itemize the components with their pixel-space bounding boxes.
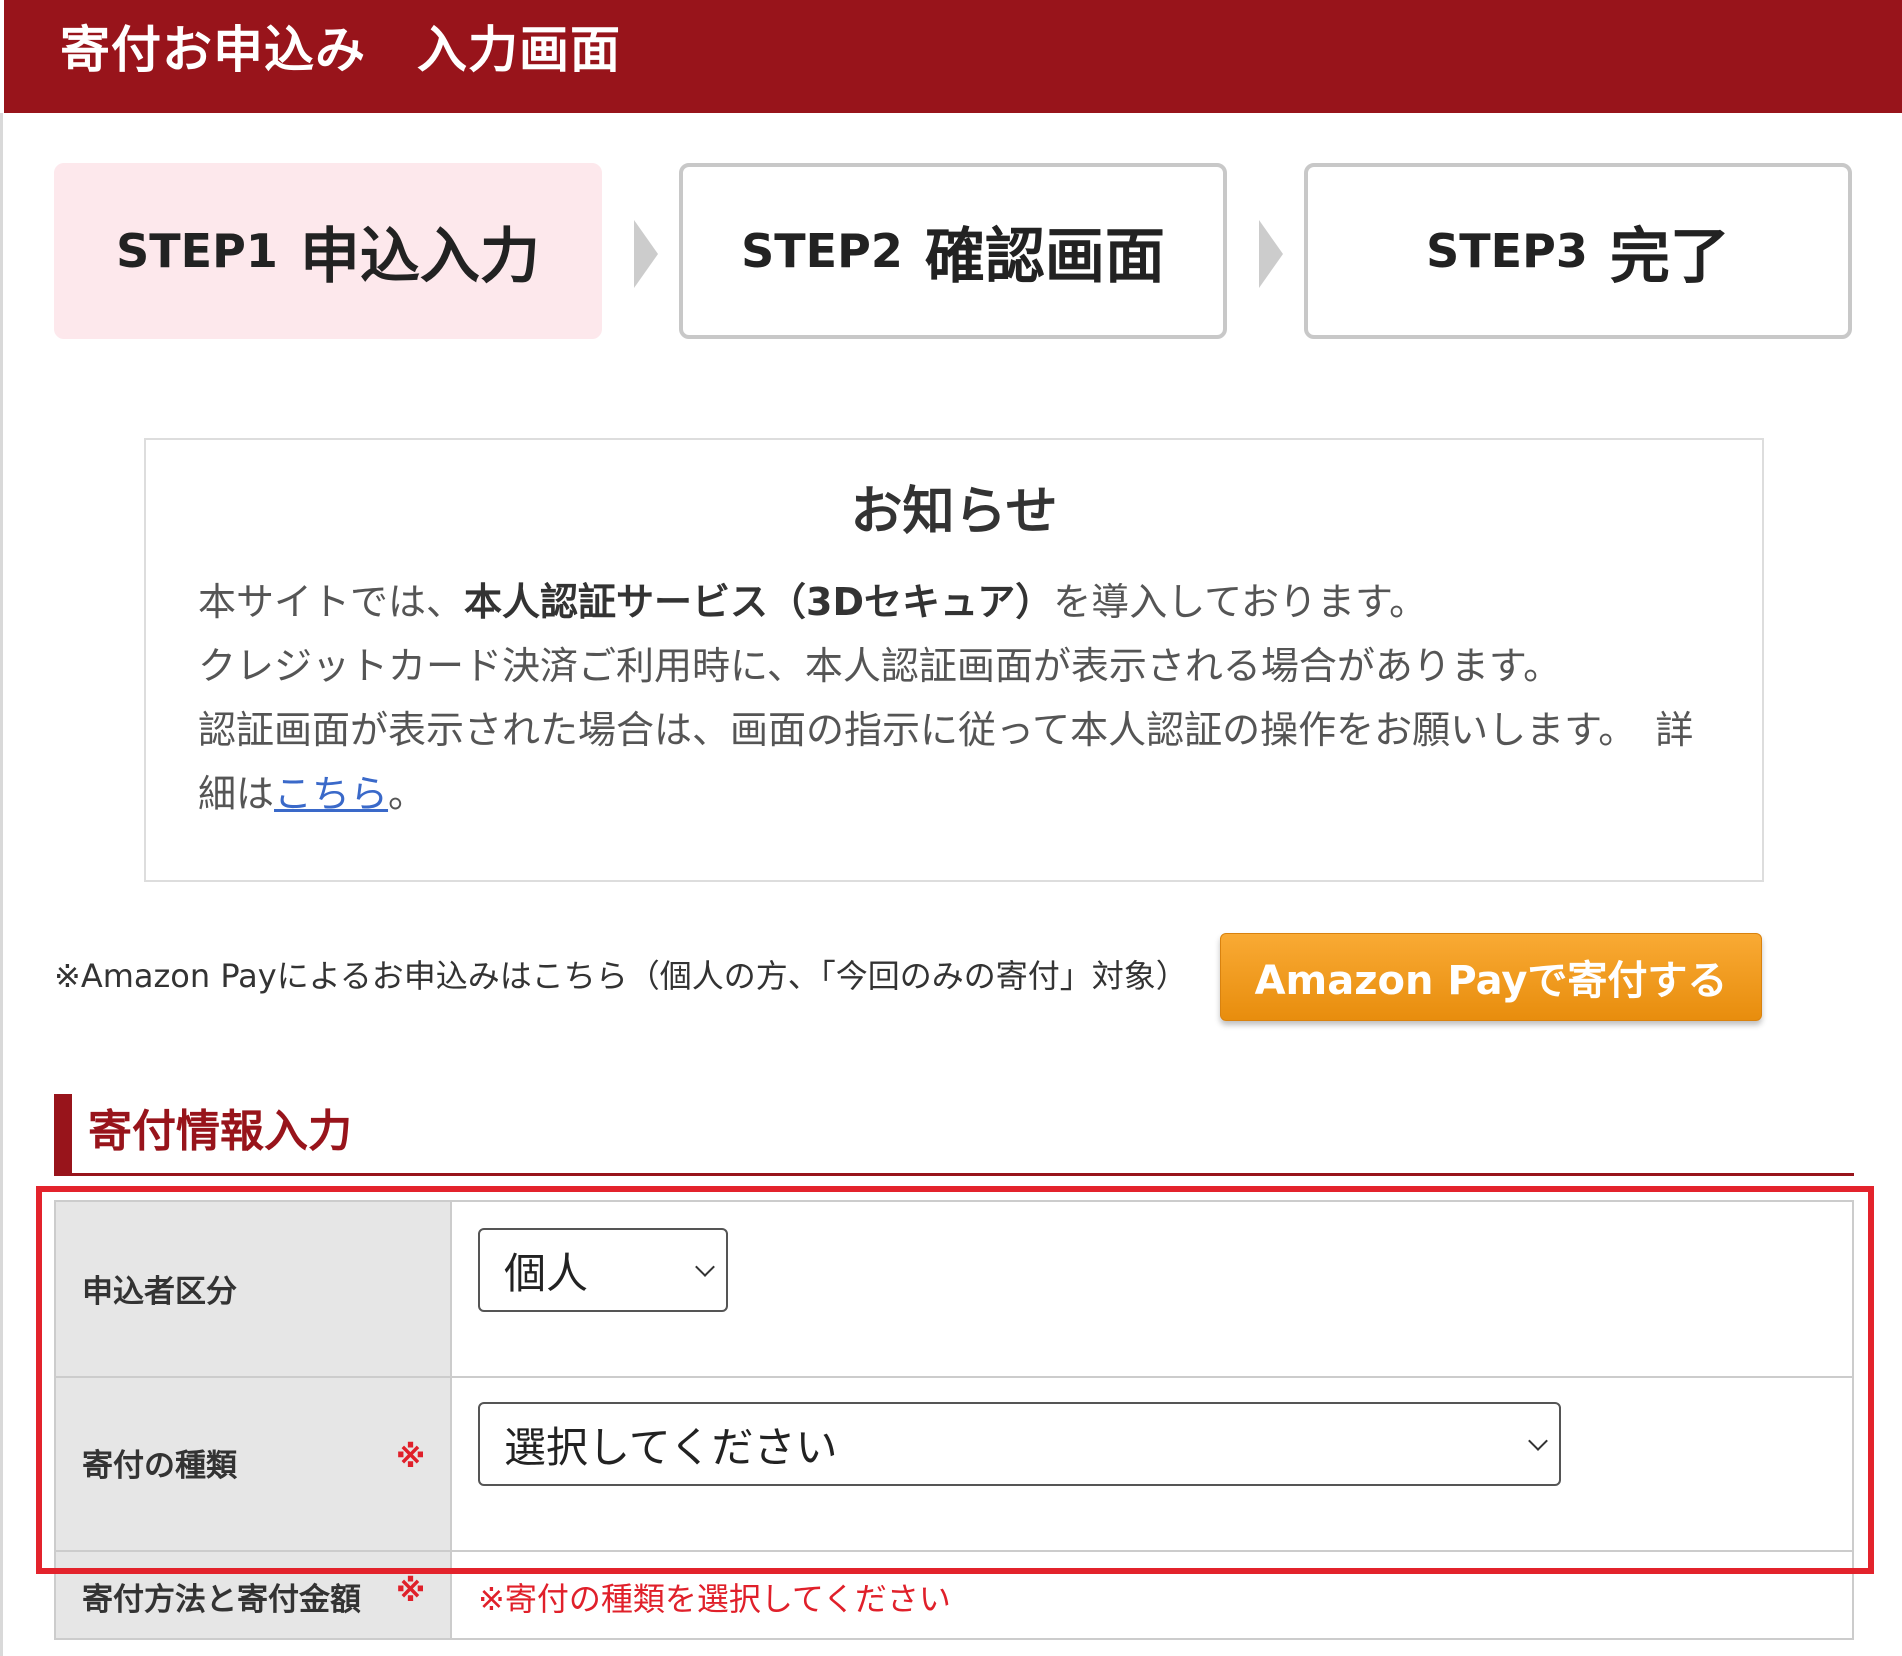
notice-text: 本サイトでは、 [198, 580, 465, 624]
step-arrow-icon [1259, 220, 1283, 288]
notice-text: を導入しております。 [1053, 580, 1428, 624]
method-amount-label: 寄付方法と寄付金額 [82, 1582, 361, 1618]
step-2-number: STEP2 [741, 224, 903, 278]
page-title: 寄付お申込み 入力画面 [60, 21, 621, 79]
step-3-number: STEP3 [1426, 224, 1588, 278]
applicant-type-value: 個人 [504, 1248, 589, 1298]
notice-text: 認証画面が表示された場合は、画面の指示に従って本人認証の操作をお願いします。 [198, 708, 1618, 752]
header-bar: 寄付お申込み 入力画面 [4, 0, 1902, 113]
step-2: STEP2 確認画面 [679, 163, 1227, 339]
donation-type-error: ※寄付の種類を選択してください [478, 1580, 951, 1618]
notice-title: お知らせ [850, 482, 1058, 542]
section-underline [54, 1173, 1854, 1176]
applicant-type-select[interactable]: 個人 [478, 1228, 728, 1312]
chevron-down-icon [1528, 1431, 1548, 1451]
notice-body: 本サイトでは、本人認証サービス（3Dセキュア）を導入しております。 クレジットカ… [198, 570, 1698, 826]
donation-type-value: 選択してください [504, 1422, 838, 1472]
section-header: 寄付情報入力 [54, 1094, 1854, 1174]
notice-emphasis: 本人認証サービス（3Dセキュア） [464, 580, 1054, 624]
section-accent-bar [54, 1094, 72, 1174]
required-mark: ※ [396, 1440, 426, 1475]
required-mark: ※ [396, 1574, 426, 1609]
applicant-type-label: 申込者区分 [82, 1274, 237, 1310]
step-1-label: 申込入力 [299, 221, 540, 292]
row-divider [56, 1376, 1852, 1378]
section-title: 寄付情報入力 [88, 1106, 352, 1157]
donation-type-select[interactable]: 選択してください [478, 1402, 1561, 1486]
step-3-label: 完了 [1609, 221, 1730, 292]
step-1: STEP1 申込入力 [54, 163, 602, 339]
step-2-label: 確認画面 [924, 221, 1165, 292]
details-link[interactable]: こちら [274, 772, 388, 816]
donation-type-label: 寄付の種類 [82, 1448, 237, 1484]
notice-line-1: 本サイトでは、本人認証サービス（3Dセキュア）を導入しております。 [198, 570, 1698, 634]
row-divider [56, 1550, 1852, 1552]
step-3: STEP3 完了 [1304, 163, 1852, 339]
donation-form-table: 申込者区分 個人 寄付の種類 ※ 選択してください 寄付方法と寄付金額 ※ ※寄… [54, 1200, 1854, 1640]
chevron-down-icon [695, 1257, 715, 1277]
notice-box: お知らせ 本サイトでは、本人認証サービス（3Dセキュア）を導入しております。 ク… [144, 438, 1764, 882]
step-arrow-icon [634, 220, 658, 288]
left-border [0, 113, 3, 1656]
step-1-number: STEP1 [116, 224, 278, 278]
notice-line-3: 認証画面が表示された場合は、画面の指示に従って本人認証の操作をお願いします。 詳… [198, 698, 1698, 826]
amazon-pay-note: ※Amazon Payによるお申込みはこちら（個人の方、「今回のみの寄付」対象） [54, 957, 1188, 995]
notice-text: 。 [388, 772, 427, 816]
amazon-pay-button[interactable]: Amazon Payで寄付する [1220, 933, 1762, 1021]
notice-line-2: クレジットカード決済ご利用時に、本人認証画面が表示される場合があります。 [198, 644, 1562, 688]
